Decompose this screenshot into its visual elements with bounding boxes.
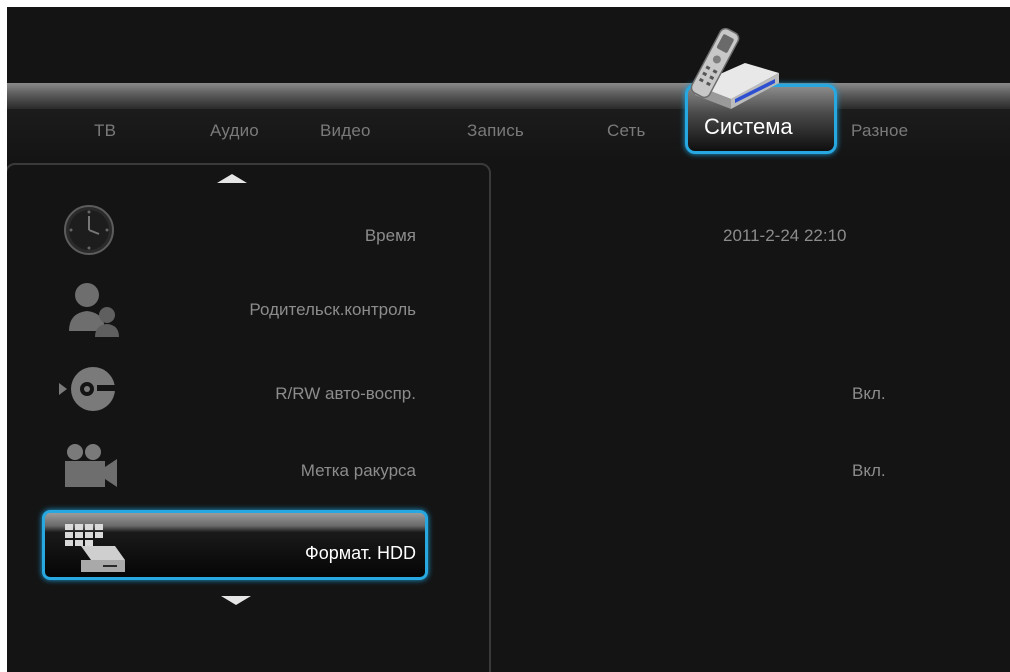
settings-screen: ТВ Аудио Видео Запись Сеть Система Разно… xyxy=(7,7,1010,672)
autoplay-value: Вкл. xyxy=(852,384,886,403)
menu-item-angle-label[interactable]: Метка ракурса xyxy=(301,461,416,481)
disc-autoplay-icon xyxy=(59,367,117,411)
settop-box-remote-icon xyxy=(690,27,779,109)
tab-system[interactable]: Система xyxy=(704,114,793,140)
tab-network[interactable]: Сеть xyxy=(607,121,646,141)
scroll-up-arrow-icon[interactable] xyxy=(217,172,247,184)
hdd-format-icon xyxy=(65,524,125,572)
tab-audio[interactable]: Аудио xyxy=(210,121,259,141)
tab-record[interactable]: Запись xyxy=(467,121,524,141)
camera-angle-icon xyxy=(65,444,117,487)
menu-item-time-label[interactable]: Время xyxy=(365,226,416,246)
tab-misc[interactable]: Разное xyxy=(851,121,908,141)
time-value: 2011-2-24 22:10 xyxy=(723,226,847,245)
tab-tv[interactable]: ТВ xyxy=(94,121,116,141)
menu-item-format-hdd-label[interactable]: Формат. HDD xyxy=(305,543,416,564)
clock-icon xyxy=(64,205,114,255)
parental-control-icon xyxy=(69,283,119,337)
scroll-down-arrow-icon[interactable] xyxy=(221,595,251,607)
angle-value: Вкл. xyxy=(852,461,886,480)
tab-bar-band xyxy=(7,83,1010,109)
tab-video[interactable]: Видео xyxy=(320,121,371,141)
menu-item-autoplay-label[interactable]: R/RW авто-воспр. xyxy=(275,384,416,404)
menu-item-parental-label[interactable]: Родительск.контроль xyxy=(249,300,416,320)
